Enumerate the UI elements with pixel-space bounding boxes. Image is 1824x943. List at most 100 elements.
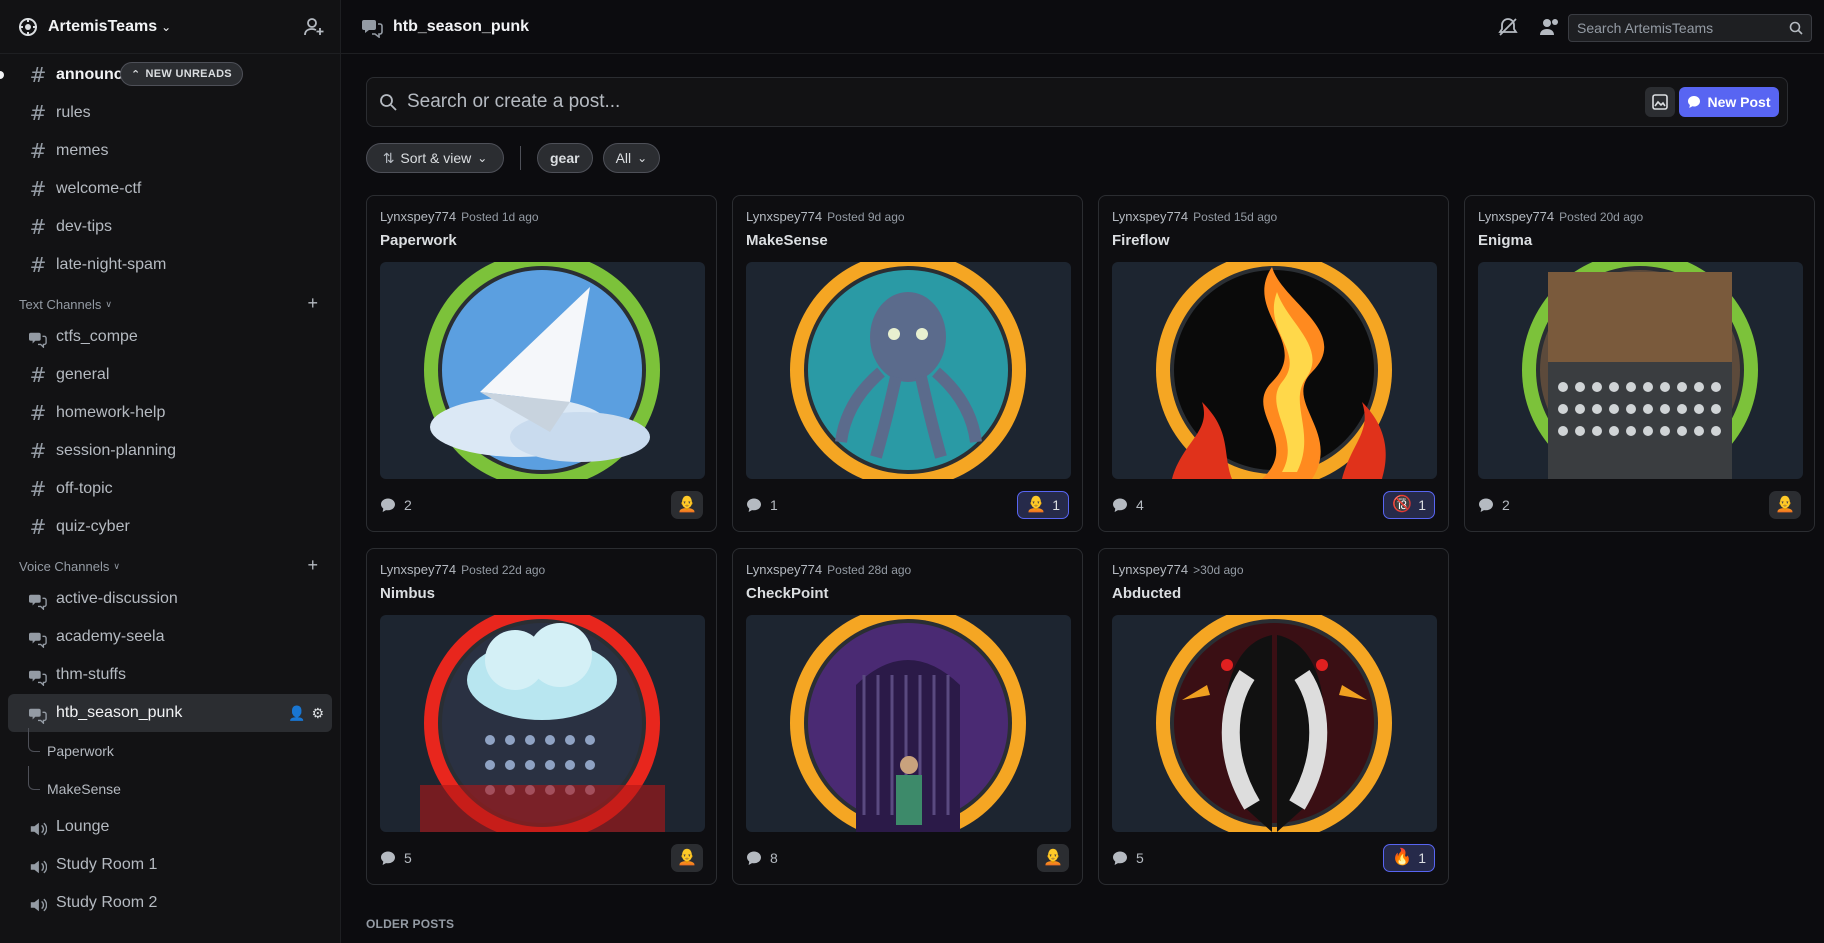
server-search[interactable]: [1568, 14, 1812, 42]
channel-session-planning[interactable]: # session-planning: [8, 432, 332, 470]
tag-chip-gear[interactable]: gear: [537, 143, 593, 173]
new-post-label: New Post: [1707, 94, 1771, 110]
new-post-button[interactable]: New Post: [1679, 87, 1779, 117]
post-timestamp: >30d ago: [1193, 563, 1244, 577]
chevron-down-icon: ⌄: [477, 151, 488, 165]
category-text-channels[interactable]: Text Channels ∨ +: [0, 284, 340, 318]
post-thumbnail[interactable]: [746, 262, 1071, 479]
create-channel-plus-icon[interactable]: +: [307, 555, 318, 576]
post-card[interactable]: Lynxspey774 Posted 9d ago MakeSense 1 🧑‍🦲 1: [732, 195, 1083, 532]
thread-makesense[interactable]: MakeSense: [0, 766, 340, 808]
thread-paperwork[interactable]: Paperwork: [0, 728, 340, 770]
new-unreads-button[interactable]: ⌃ NEW UNREADS: [120, 62, 243, 86]
channel-thm-stuffs[interactable]: thm-stuffs: [8, 656, 332, 694]
channel-late-night-spam[interactable]: # late-night-spam: [8, 246, 332, 284]
category-label: Text Channels: [19, 297, 102, 312]
member-list-icon[interactable]: [1539, 17, 1561, 37]
speaker-icon: [28, 853, 48, 877]
channel-ctfs_compe[interactable]: ctfs_compe: [8, 318, 332, 356]
post-thumbnail[interactable]: [1112, 262, 1437, 479]
reaction-button[interactable]: 🧑‍🦲: [671, 844, 703, 872]
notification-bell-muted-icon[interactable]: [1497, 17, 1519, 37]
channel-Study Room 1[interactable]: Study Room 1: [8, 846, 332, 884]
channel-active-discussion[interactable]: active-discussion: [8, 580, 332, 618]
channel-name: late-night-spam: [56, 256, 167, 273]
post-author[interactable]: Lynxspey774: [1112, 562, 1188, 577]
post-title[interactable]: Paperwork: [380, 232, 457, 249]
post-author[interactable]: Lynxspey774: [380, 562, 456, 577]
post-card[interactable]: Lynxspey774 Posted 1d ago Paperwork 2 🧑‍🦲: [366, 195, 717, 532]
post-title[interactable]: MakeSense: [746, 232, 828, 249]
channel-off-topic[interactable]: # off-topic: [8, 470, 332, 508]
channel-homework-help[interactable]: # homework-help: [8, 394, 332, 432]
post-search-bar[interactable]: New Post: [366, 77, 1788, 127]
reaction-button[interactable]: 🧑‍🦲 1: [1017, 491, 1069, 519]
hashtag-icon: #: [29, 363, 47, 387]
gear-icon[interactable]: ⚙: [311, 705, 324, 722]
post-author[interactable]: Lynxspey774: [380, 209, 456, 224]
post-thumbnail[interactable]: [1112, 615, 1437, 832]
post-title[interactable]: Abducted: [1112, 585, 1181, 602]
reaction-button[interactable]: 🧑‍🦲: [671, 491, 703, 519]
sort-view-dropdown[interactable]: ⇅ Sort & view ⌄: [366, 143, 504, 173]
unread-indicator: [0, 71, 4, 79]
reaction-button[interactable]: 🧑‍🦲: [1769, 491, 1801, 519]
create-channel-plus-icon[interactable]: +: [307, 293, 318, 314]
channel-rules[interactable]: # rules: [8, 94, 332, 132]
channel-name: homework-help: [56, 404, 166, 421]
category-voice-channels[interactable]: Voice Channels ∨ +: [0, 546, 340, 580]
post-author[interactable]: Lynxspey774: [746, 562, 822, 577]
post-title[interactable]: Fireflow: [1112, 232, 1170, 249]
channel-htb_season_punk[interactable]: htb_season_punk 👤 ⚙: [8, 694, 332, 732]
post-title[interactable]: Nimbus: [380, 585, 435, 602]
channel-academy-seela[interactable]: academy-seela: [8, 618, 332, 656]
post-thumbnail[interactable]: [1478, 262, 1803, 479]
post-thumbnail[interactable]: [380, 262, 705, 479]
channel-welcome-ctf[interactable]: # welcome-ctf: [8, 170, 332, 208]
media-view-button[interactable]: [1645, 87, 1675, 117]
invite-people-icon[interactable]: [304, 18, 324, 36]
post-author[interactable]: Lynxspey774: [1112, 209, 1188, 224]
thread-name: Paperwork: [47, 743, 114, 759]
post-author[interactable]: Lynxspey774: [746, 209, 822, 224]
filter-bar: ⇅ Sort & view ⌄ gear All ⌄: [366, 143, 661, 173]
channel-quiz-cyber[interactable]: # quiz-cyber: [8, 508, 332, 546]
message-count-value: 1: [770, 497, 778, 513]
tag-filter-dropdown[interactable]: All ⌄: [602, 143, 661, 173]
post-search-input[interactable]: [407, 91, 1787, 113]
post-title[interactable]: Enigma: [1478, 232, 1532, 249]
channel-Lounge[interactable]: Lounge: [8, 808, 332, 846]
post-title[interactable]: CheckPoint: [746, 585, 829, 602]
server-search-input[interactable]: [1577, 20, 1789, 36]
forum-icon: [362, 19, 383, 38]
channel-general[interactable]: # general: [8, 356, 332, 394]
channel-memes[interactable]: # memes: [8, 132, 332, 170]
chat-bubble-icon: [747, 851, 761, 865]
chevron-up-icon: ⌃: [131, 68, 141, 81]
channel-Study Room 2[interactable]: Study Room 2: [8, 884, 332, 922]
invite-member-icon[interactable]: 👤: [288, 705, 305, 722]
channel-name: Study Room 1: [56, 856, 158, 873]
post-card[interactable]: Lynxspey774 Posted 20d ago Enigma 2 🧑‍🦲: [1464, 195, 1815, 532]
post-card[interactable]: Lynxspey774 Posted 22d ago Nimbus 5 🧑‍🦲: [366, 548, 717, 885]
post-thumbnail[interactable]: [380, 615, 705, 832]
post-card[interactable]: Lynxspey774 >30d ago Abducted 5 🔥 1: [1098, 548, 1449, 885]
channel-name: dev-tips: [56, 218, 113, 235]
post-card[interactable]: Lynxspey774 Posted 28d ago CheckPoint 8 🧑‍🦲: [732, 548, 1083, 885]
new-unreads-label: NEW UNREADS: [145, 68, 232, 80]
post-thumbnail[interactable]: [746, 615, 1071, 832]
reaction-button[interactable]: 🔞 1: [1383, 491, 1435, 519]
hashtag-icon: #: [29, 515, 47, 539]
reaction-count: 1: [1418, 850, 1426, 866]
reaction-button[interactable]: 🔥 1: [1383, 844, 1435, 872]
post-card[interactable]: Lynxspey774 Posted 15d ago Fireflow 4 🔞 1: [1098, 195, 1449, 532]
channel-dev-tips[interactable]: # dev-tips: [8, 208, 332, 246]
channel-name: rules: [56, 104, 91, 121]
post-author[interactable]: Lynxspey774: [1478, 209, 1554, 224]
channel-announcements[interactable]: # announce ⌃ NEW UNREADS: [0, 56, 332, 94]
reaction-emoji: 🔥: [1392, 849, 1413, 866]
chat-bubble-icon: [1113, 498, 1127, 512]
message-count: 5: [380, 850, 412, 866]
reaction-button[interactable]: 🧑‍🦲: [1037, 844, 1069, 872]
server-header[interactable]: ArtemisTeams ⌄: [0, 0, 340, 54]
